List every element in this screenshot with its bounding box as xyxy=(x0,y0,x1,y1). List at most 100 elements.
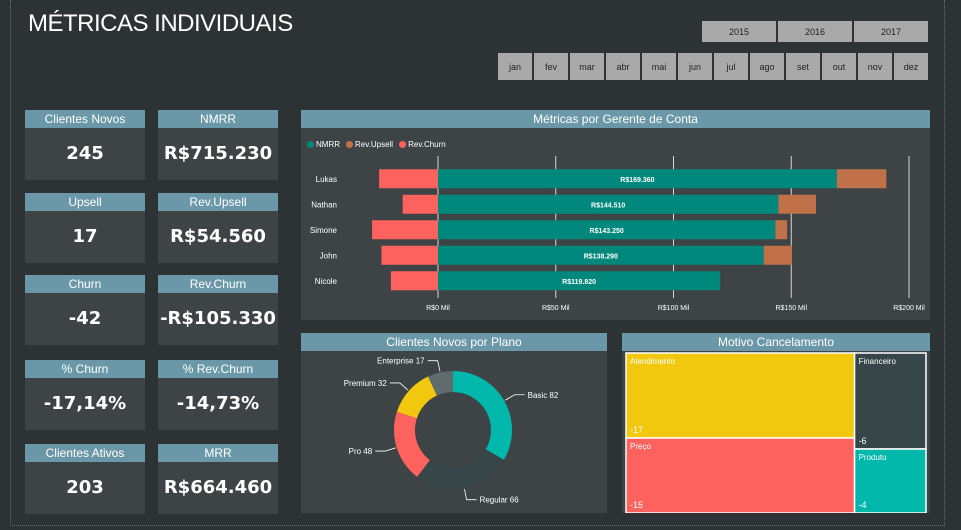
y-category-label: Simone xyxy=(310,226,338,235)
bar-rev-upsell xyxy=(775,220,788,240)
donut-data-label: Premium 32 xyxy=(344,379,388,388)
y-category-label: Nathan xyxy=(311,200,337,209)
bar-data-label: R$119.820 xyxy=(562,279,596,286)
month-slicer: jan fev mar abr mai jun jul ago set out … xyxy=(498,53,928,80)
treemap-tile-value: -15 xyxy=(630,500,643,510)
donut-leader-line xyxy=(504,394,525,401)
x-tick-label: R$200 Mil xyxy=(893,305,925,312)
donut-chart-title: Clientes Novos por Plano xyxy=(301,333,607,351)
bar-data-label: R$169.360 xyxy=(620,177,654,184)
year-slicer: 2015 2016 2017 xyxy=(702,21,928,42)
donut-leader-line xyxy=(427,360,441,372)
month-button-jul[interactable]: jul xyxy=(714,53,748,80)
donut-slice-premium xyxy=(396,376,437,419)
donut-leader-line xyxy=(464,488,477,501)
year-button-2017[interactable]: 2017 xyxy=(854,21,928,42)
kpi-card-pct-rev-churn: % Rev.Churn -14,73% xyxy=(158,360,278,430)
donut-chart: Basic 82 Regular 66 Pro 48 Premium 32 Enterp… xyxy=(344,357,559,505)
kpi-card-label: % Churn xyxy=(25,360,145,378)
month-button-jan[interactable]: jan xyxy=(498,53,532,80)
bar-data-label: R$138.290 xyxy=(584,253,618,260)
bar-rev-churn xyxy=(381,245,438,265)
donut-leader-line xyxy=(389,382,409,391)
y-category-label: John xyxy=(320,251,337,260)
treemap-tile-label: Financeiro xyxy=(859,357,897,366)
bar-rev-upsell xyxy=(836,169,887,189)
kpi-card-pct-churn: % Churn -17,14% xyxy=(25,360,145,430)
y-category-label: Lukas xyxy=(316,175,337,184)
treemap-tile-value: -17 xyxy=(630,425,643,435)
month-button-ago[interactable]: ago xyxy=(750,53,784,80)
treemap-tile-value: -6 xyxy=(859,436,867,446)
bar-rev-churn xyxy=(379,169,438,189)
donut-data-label: Enterprise 17 xyxy=(377,357,425,366)
bar-chart-panel: Métricas por Gerente de Conta NMRR Rev.U… xyxy=(301,110,930,320)
donut-chart-panel: Clientes Novos por Plano Basic 82 Regular… xyxy=(301,333,607,513)
bar-rev-churn xyxy=(402,194,438,214)
treemap-chart: Atendimento -17 Preço -15 Financeiro -6 Produt… xyxy=(625,352,927,513)
month-button-dez[interactable]: dez xyxy=(894,53,928,80)
kpi-card-value: R$664.460 xyxy=(163,477,273,498)
donut-slice-basic xyxy=(453,371,512,460)
kpi-card-value: R$715.230 xyxy=(163,143,273,164)
year-button-2015[interactable]: 2015 xyxy=(702,21,776,42)
kpi-card-churn: Churn -42 xyxy=(25,275,145,345)
year-button-2016[interactable]: 2016 xyxy=(778,21,852,42)
month-button-nov[interactable]: nov xyxy=(858,53,892,80)
month-button-fev[interactable]: fev xyxy=(534,53,568,80)
month-button-jun[interactable]: jun xyxy=(678,53,712,80)
bar-rev-upsell xyxy=(778,194,817,214)
kpi-card-mrr: MRR R$664.460 xyxy=(158,444,278,514)
bar-chart: R$0 Mil R$50 Mil R$100 Mil R$150 Mil R$200 M… xyxy=(310,156,925,312)
kpi-card-label: Rev.Upsell xyxy=(158,193,278,211)
kpi-card-value: -R$105.330 xyxy=(160,308,276,329)
kpi-card-label: % Rev.Churn xyxy=(158,360,278,378)
bar-rev-churn xyxy=(372,220,438,240)
kpi-card-value: 203 xyxy=(66,477,104,498)
kpi-card-value: 17 xyxy=(72,226,98,247)
donut-data-label: Pro 48 xyxy=(349,447,373,456)
kpi-card-clientes-novos: Clientes Novos 245 xyxy=(25,110,145,180)
kpi-card-label: Rev.Churn xyxy=(158,275,278,293)
x-tick-label: R$0 Mil xyxy=(426,305,450,312)
page-title: MÉTRICAS INDIVIDUAIS xyxy=(28,10,293,37)
month-button-out[interactable]: out xyxy=(822,53,856,80)
donut-slice-pro xyxy=(394,411,430,477)
treemap-tile-2 xyxy=(625,437,856,513)
month-button-mai[interactable]: mai xyxy=(642,53,676,80)
kpi-card-value: -17,14% xyxy=(43,393,127,414)
kpi-card-label: Clientes Novos xyxy=(25,110,145,128)
month-button-set[interactable]: set xyxy=(786,53,820,80)
bar-data-label: R$144.510 xyxy=(591,202,625,209)
month-button-abr[interactable]: abr xyxy=(606,53,640,80)
treemap-title: Motivo Cancelamento xyxy=(622,333,930,351)
donut-slice-regular xyxy=(417,449,504,489)
kpi-card-value: R$54.560 xyxy=(170,226,266,247)
bar-rev-churn xyxy=(390,271,438,291)
kpi-card-value: -42 xyxy=(68,308,102,329)
y-category-label: Nicole xyxy=(315,277,338,286)
kpi-card-value: -14,73% xyxy=(176,393,260,414)
kpi-card-label: NMRR xyxy=(158,110,278,128)
treemap-tile-3 xyxy=(853,352,927,450)
treemap-tile-label: Preço xyxy=(630,442,651,451)
donut-data-label: Regular 66 xyxy=(480,496,520,505)
kpi-card-label: Clientes Ativos xyxy=(25,444,145,462)
kpi-card-rev-upsell: Rev.Upsell R$54.560 xyxy=(158,193,278,263)
kpi-card-rev-churn: Rev.Churn -R$105.330 xyxy=(158,275,278,345)
kpi-card-label: MRR xyxy=(158,444,278,462)
kpi-card-clientes-ativos: Clientes Ativos 203 xyxy=(25,444,145,514)
treemap-tile-label: Atendimento xyxy=(630,357,675,366)
kpi-card-label: Upsell xyxy=(25,193,145,211)
x-tick-label: R$150 Mil xyxy=(775,305,807,312)
treemap-tile-label: Produto xyxy=(859,453,888,462)
donut-data-label: Basic 82 xyxy=(528,391,559,400)
x-tick-label: R$50 Mil xyxy=(542,305,570,312)
bar-rev-upsell xyxy=(763,245,792,265)
donut-leader-line xyxy=(375,447,396,452)
month-button-mar[interactable]: mar xyxy=(570,53,604,80)
x-tick-label: R$100 Mil xyxy=(658,305,690,312)
bar-chart-title: Métricas por Gerente de Conta xyxy=(301,110,930,128)
treemap-tile-value: -4 xyxy=(859,500,867,510)
kpi-card-nmrr: NMRR R$715.230 xyxy=(158,110,278,180)
